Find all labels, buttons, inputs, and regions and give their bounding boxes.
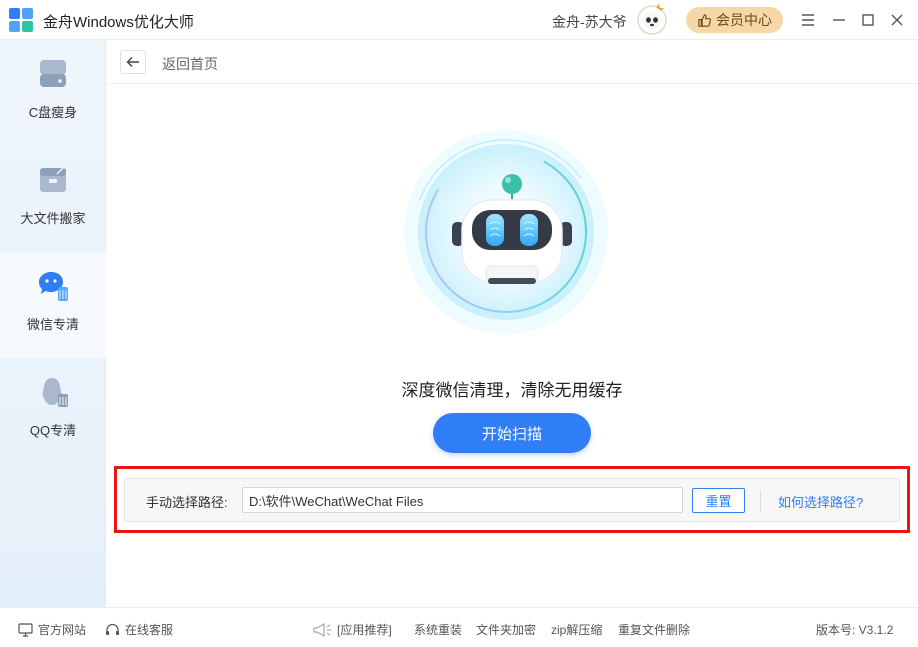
- official-site-label: 官方网站: [38, 623, 87, 637]
- sidebar-item-label: 大文件搬家: [20, 211, 86, 226]
- app-title: 金舟Windows优化大师: [43, 14, 194, 31]
- arrow-left-icon: [126, 57, 139, 67]
- main-header: 返回首页: [106, 40, 918, 84]
- avatar[interactable]: [636, 3, 668, 35]
- disk-icon: [40, 60, 66, 87]
- app-logo-icon: [9, 8, 33, 32]
- vip-center-label: 会员中心: [716, 12, 772, 28]
- footer-link-system-reinstall[interactable]: 系统重装: [414, 621, 462, 638]
- robot-illustration: [404, 130, 608, 334]
- sidebar-item-label: C盘瘦身: [28, 105, 78, 120]
- headline: 深度微信清理，清除无用缓存: [401, 381, 623, 400]
- footer-link-zip[interactable]: zip解压缩: [551, 621, 602, 638]
- version-label: 版本号: V3.1.2: [816, 623, 894, 637]
- wechat-clean-icon: [39, 272, 68, 301]
- vip-center-button[interactable]: 会员中心: [686, 7, 783, 33]
- online-service-label: 在线客服: [125, 623, 174, 637]
- recommend-apps[interactable]: [应用推荐]: [312, 621, 392, 638]
- footer-link-duplicate-files[interactable]: 重复文件删除: [618, 621, 690, 638]
- online-service-link[interactable]: 在线客服: [105, 621, 173, 638]
- footer-link-folder-encrypt[interactable]: 文件夹加密: [476, 621, 536, 638]
- path-input[interactable]: [242, 487, 683, 513]
- thumbs-up-icon: [698, 13, 712, 27]
- close-icon: [891, 14, 903, 26]
- back-to-home-link[interactable]: 返回首页: [162, 54, 218, 74]
- menu-icon: [802, 14, 814, 26]
- close-button[interactable]: [887, 10, 907, 30]
- monitor-icon: [18, 622, 33, 637]
- headset-icon: [106, 623, 119, 635]
- sidebar: C盘瘦身 大文件搬家 微信专清 QQ专清: [0, 40, 106, 607]
- divider: [760, 490, 761, 512]
- sidebar-item-label: 微信专清: [26, 317, 79, 332]
- start-scan-button[interactable]: 开始扫描: [433, 413, 591, 453]
- maximize-button[interactable]: [858, 10, 878, 30]
- sidebar-item-big-files[interactable]: 大文件搬家: [0, 146, 106, 252]
- megaphone-icon: [313, 622, 331, 637]
- sidebar-item-c-drive[interactable]: C盘瘦身: [0, 40, 106, 146]
- sidebar-item-wechat-clean[interactable]: 微信专清: [0, 252, 106, 358]
- box-icon: [40, 165, 66, 192]
- sidebar-item-qq-clean[interactable]: QQ专清: [0, 358, 106, 464]
- username[interactable]: 金舟-苏大爷: [552, 12, 627, 32]
- how-to-choose-path-link[interactable]: 如何选择路径?: [778, 492, 863, 511]
- back-button[interactable]: [120, 50, 146, 74]
- reset-button[interactable]: 重置: [692, 488, 745, 513]
- qq-clean-icon: [42, 378, 68, 407]
- title-bar: 金舟Windows优化大师 金舟-苏大爷 会员中心: [0, 0, 918, 40]
- menu-button[interactable]: [798, 10, 818, 30]
- path-label: 手动选择路径:: [146, 495, 228, 510]
- minimize-button[interactable]: [829, 10, 849, 30]
- recommend-label: [应用推荐]: [337, 623, 392, 637]
- official-site-link[interactable]: 官方网站: [18, 621, 86, 638]
- sidebar-item-label: QQ专清: [29, 423, 77, 438]
- footer: 官方网站 在线客服 [应用推荐] 系统重装 文件夹加密 zip解压缩 重复文件删…: [0, 607, 918, 647]
- path-panel: 手动选择路径: 重置 如何选择路径?: [124, 478, 900, 522]
- minimize-icon: [833, 19, 845, 21]
- maximize-icon: [862, 14, 874, 26]
